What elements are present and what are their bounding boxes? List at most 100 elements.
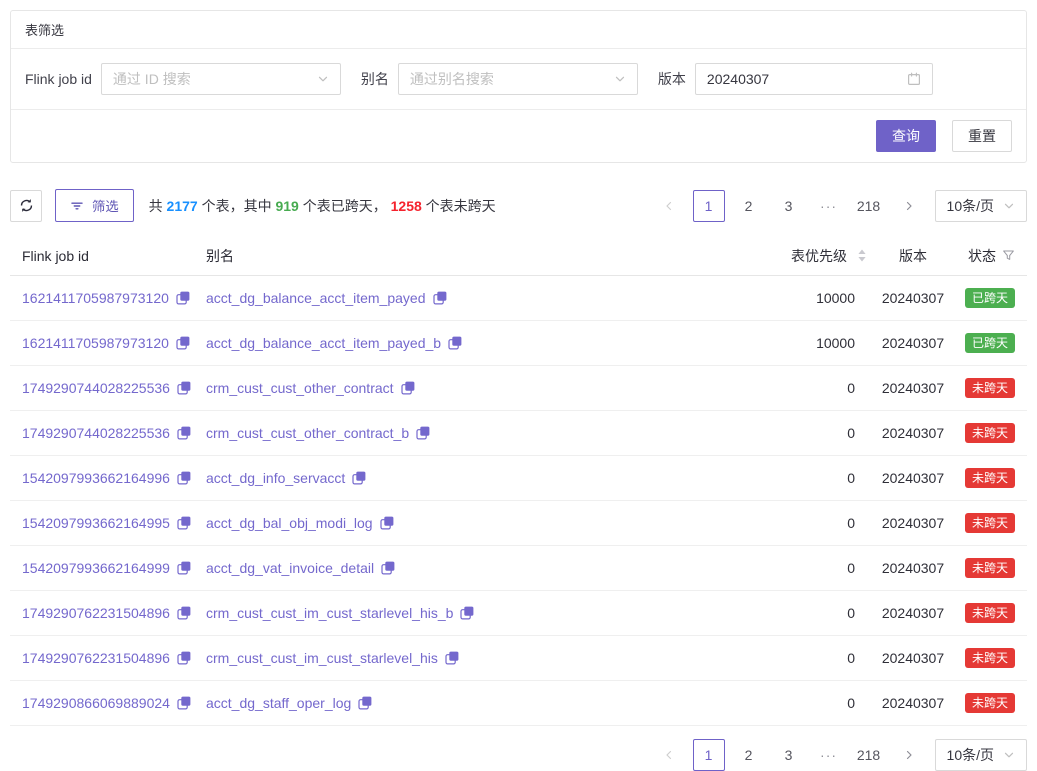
pagination-top: 1 2 3 ··· 218 — [653, 190, 925, 222]
priority-value: 0 — [744, 560, 869, 576]
pagination-page-3[interactable]: 3 — [773, 190, 805, 222]
status-badge: 未跨天 — [965, 513, 1015, 533]
job-id-link[interactable]: 1749290762231504896 — [22, 605, 170, 621]
pagination-page-1[interactable]: 1 — [693, 739, 725, 771]
toolbar-right: 1 2 3 ··· 218 10条/页 — [653, 190, 1027, 222]
pagination-page-2[interactable]: 2 — [733, 739, 765, 771]
chevron-down-icon — [1003, 749, 1015, 761]
alias-link[interactable]: crm_cust_cust_im_cust_starlevel_his — [206, 650, 438, 666]
job-id-link[interactable]: 1749290744028225536 — [22, 380, 170, 396]
filter-button[interactable]: 筛选 — [55, 189, 134, 222]
pagination-page-3[interactable]: 3 — [773, 739, 805, 771]
pagination-next-button[interactable] — [893, 190, 925, 222]
copy-icon[interactable] — [460, 606, 474, 620]
version-value: 20240307 — [869, 470, 957, 486]
copy-icon[interactable] — [416, 426, 430, 440]
copy-icon[interactable] — [177, 471, 191, 485]
version-value: 20240307 — [869, 605, 957, 621]
status-badge: 未跨天 — [965, 468, 1015, 488]
chevron-down-icon — [614, 73, 626, 85]
status-badge: 已跨天 — [965, 333, 1015, 353]
pagination-ellipsis[interactable]: ··· — [813, 190, 845, 222]
version-date-input[interactable]: 20240307 — [695, 63, 933, 95]
status-badge: 未跨天 — [965, 423, 1015, 443]
copy-icon[interactable] — [401, 381, 415, 395]
job-id-link[interactable]: 1621411705987973120 — [22, 290, 169, 306]
query-button[interactable]: 查询 — [876, 120, 936, 152]
alias-link[interactable]: crm_cust_cust_im_cust_starlevel_his_b — [206, 605, 453, 621]
table-row: 1749290866069889024 acct_dg_staff_oper_l… — [10, 681, 1027, 726]
copy-icon[interactable] — [177, 516, 191, 530]
filter-funnel-icon[interactable] — [1002, 249, 1015, 262]
pagination-page-last[interactable]: 218 — [853, 190, 885, 222]
copy-icon[interactable] — [177, 651, 191, 665]
table-row: 1749290762231504896 crm_cust_cust_im_cus… — [10, 636, 1027, 681]
job-id-link[interactable]: 1542097993662164996 — [22, 470, 170, 486]
filter-row: Flink job id 通过 ID 搜索 别名 通过别名搜索 版本 20240… — [11, 49, 1026, 110]
alias-link[interactable]: crm_cust_cust_other_contract_b — [206, 425, 409, 441]
copy-icon[interactable] — [177, 381, 191, 395]
job-id-link[interactable]: 1749290866069889024 — [22, 695, 170, 711]
reset-button[interactable]: 重置 — [952, 120, 1012, 152]
job-id-link[interactable]: 1749290744028225536 — [22, 425, 170, 441]
page-size-value: 10条/页 — [947, 196, 994, 216]
alias-link[interactable]: crm_cust_cust_other_contract — [206, 380, 394, 396]
page-size-select[interactable]: 10条/页 — [935, 739, 1027, 771]
total-count: 2177 — [167, 198, 198, 214]
table-row: 1621411705987973120 acct_dg_balance_acct… — [10, 276, 1027, 321]
page-size-select[interactable]: 10条/页 — [935, 190, 1027, 222]
copy-icon[interactable] — [177, 561, 191, 575]
copy-icon[interactable] — [176, 291, 190, 305]
alias-link[interactable]: acct_dg_balance_acct_item_payed_b — [206, 335, 441, 351]
priority-value: 0 — [744, 470, 869, 486]
table-row: 1749290744028225536 crm_cust_cust_other_… — [10, 366, 1027, 411]
priority-value: 10000 — [744, 290, 869, 306]
priority-value: 0 — [744, 695, 869, 711]
status-badge: 未跨天 — [965, 558, 1015, 578]
priority-value: 10000 — [744, 335, 869, 351]
calendar-icon — [907, 72, 921, 86]
copy-icon[interactable] — [358, 696, 372, 710]
copy-icon[interactable] — [177, 606, 191, 620]
priority-value: 0 — [744, 650, 869, 666]
alias-link[interactable]: acct_dg_vat_invoice_detail — [206, 560, 374, 576]
job-id-select[interactable]: 通过 ID 搜索 — [101, 63, 341, 95]
filter-card-title: 表筛选 — [11, 11, 1026, 49]
pagination-page-last[interactable]: 218 — [853, 739, 885, 771]
table-row: 1621411705987973120 acct_dg_balance_acct… — [10, 321, 1027, 366]
alias-select[interactable]: 通过别名搜索 — [398, 63, 638, 95]
pagination-next-button[interactable] — [893, 739, 925, 771]
version-value: 20240307 — [869, 650, 957, 666]
copy-icon[interactable] — [445, 651, 459, 665]
status-badge: 未跨天 — [965, 648, 1015, 668]
header-priority-sortable[interactable]: 表优先级 — [744, 246, 869, 266]
alias-link[interactable]: acct_dg_info_servacct — [206, 470, 345, 486]
copy-icon[interactable] — [448, 336, 462, 350]
alias-link[interactable]: acct_dg_balance_acct_item_payed — [206, 290, 426, 306]
copy-icon[interactable] — [433, 291, 447, 305]
pagination-prev-button[interactable] — [653, 739, 685, 771]
job-id-link[interactable]: 1621411705987973120 — [22, 335, 169, 351]
alias-link[interactable]: acct_dg_staff_oper_log — [206, 695, 351, 711]
job-id-link[interactable]: 1542097993662164995 — [22, 515, 170, 531]
version-value: 20240307 — [869, 560, 957, 576]
job-id-placeholder: 通过 ID 搜索 — [113, 69, 191, 89]
sort-icon[interactable] — [857, 249, 867, 262]
pagination-page-2[interactable]: 2 — [733, 190, 765, 222]
job-id-link[interactable]: 1542097993662164999 — [22, 560, 170, 576]
pagination-page-1[interactable]: 1 — [693, 190, 725, 222]
pagination-ellipsis[interactable]: ··· — [813, 739, 845, 771]
header-status: 状态 — [957, 246, 1027, 266]
copy-icon[interactable] — [177, 426, 191, 440]
refresh-button[interactable] — [10, 190, 42, 222]
job-id-link[interactable]: 1749290762231504896 — [22, 650, 170, 666]
priority-value: 0 — [744, 605, 869, 621]
status-badge: 已跨天 — [965, 288, 1015, 308]
copy-icon[interactable] — [352, 471, 366, 485]
copy-icon[interactable] — [381, 561, 395, 575]
pagination-prev-button[interactable] — [653, 190, 685, 222]
copy-icon[interactable] — [176, 336, 190, 350]
copy-icon[interactable] — [177, 696, 191, 710]
alias-link[interactable]: acct_dg_bal_obj_modi_log — [206, 515, 373, 531]
copy-icon[interactable] — [380, 516, 394, 530]
